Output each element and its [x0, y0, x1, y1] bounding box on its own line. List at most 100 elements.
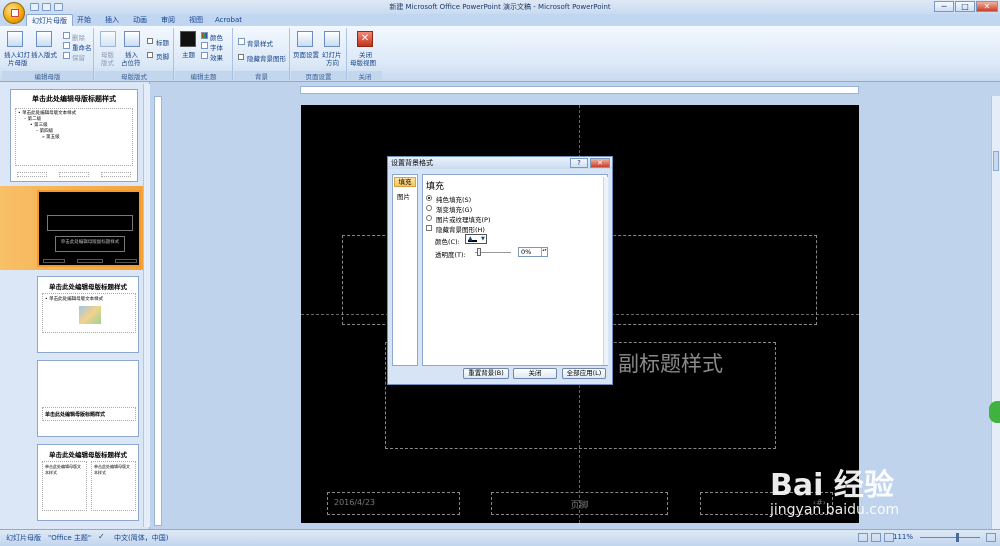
footer-checkbox-label: 页脚 [156, 53, 169, 61]
hide-background-checkbox[interactable] [238, 54, 244, 60]
footer-checkbox[interactable] [147, 52, 153, 58]
slide-sorter-icon[interactable] [871, 533, 881, 542]
background-styles-icon[interactable] [238, 38, 245, 45]
insert-master-label2[interactable]: 片母版 [8, 57, 28, 67]
color-picker-button[interactable]: ▲ ▼ [465, 234, 487, 244]
tab-home[interactable]: 开始 [72, 14, 96, 26]
nav-fill[interactable]: 填充 [394, 177, 416, 187]
dialog-close-button[interactable]: ✕ [590, 158, 610, 168]
preserve-label[interactable]: 保留 [72, 52, 85, 62]
thumbnail-master[interactable]: 单击此处编辑母版标题样式 • 单击此处编辑母版文本样式 – 第二级 • 第三级 … [10, 89, 138, 182]
tab-acrobat[interactable]: Acrobat [210, 14, 247, 26]
footer-placeholder[interactable]: 页脚 [491, 492, 668, 515]
colors-icon[interactable] [201, 32, 208, 39]
effects-icon[interactable] [201, 52, 208, 59]
reset-background-button[interactable]: 重置背景(B) [463, 368, 509, 379]
page-setup-icon[interactable] [297, 31, 313, 47]
close-master-label2[interactable]: 母版视图 [350, 57, 376, 67]
fonts-icon[interactable] [201, 42, 208, 49]
status-language[interactable]: 中文(简体，中国) [114, 533, 168, 543]
minimize-button[interactable]: ─ [934, 1, 954, 12]
undo-icon[interactable] [42, 3, 51, 11]
office-button[interactable] [3, 2, 25, 24]
save-icon[interactable] [30, 3, 39, 11]
vertical-scrollbar[interactable] [991, 96, 1000, 529]
insert-placeholder-label2[interactable]: 占位符 [121, 57, 141, 67]
maximize-button[interactable]: □ [955, 1, 975, 12]
dialog-help-button[interactable]: ? [570, 158, 588, 168]
insert-placeholder-icon[interactable] [124, 31, 140, 47]
close-window-button[interactable]: ✕ [976, 1, 998, 12]
zoom-slider[interactable] [920, 537, 980, 538]
thumb-title: 单击此处编辑母版标题样式 [32, 95, 116, 103]
thumb-pagenum [101, 172, 131, 177]
delete-label[interactable]: 删除 [72, 32, 85, 42]
master-layout-icon[interactable] [100, 31, 116, 47]
zoom-level[interactable]: 111% [893, 533, 913, 541]
nav-picture[interactable]: 图片 [397, 191, 410, 201]
tab-slide-master[interactable]: 幻灯片母版 [26, 14, 73, 26]
redo-icon[interactable] [54, 3, 63, 11]
dialog-close-text-button[interactable]: 关闭 [513, 368, 557, 379]
scroll-thumb[interactable] [993, 151, 999, 171]
color-label: 颜色(C): [435, 238, 460, 246]
radio-gradient-fill[interactable] [426, 205, 432, 211]
title-checkbox[interactable] [147, 38, 153, 44]
zoom-slider-thumb[interactable] [956, 533, 959, 542]
slide-orientation-label2[interactable]: 方向 [326, 57, 339, 67]
normal-view-icon[interactable] [858, 533, 868, 542]
radio-solid-fill[interactable] [426, 195, 432, 201]
page-setup-label[interactable]: 页面设置 [293, 49, 319, 59]
theme-label[interactable]: 主题 [182, 49, 195, 59]
thumb-pagenum [115, 259, 137, 263]
thumb-body: • 单击此处编辑母版文本样式 – 第二级 • 第三级 – 第四级 » 第五级 [15, 108, 133, 166]
spinner-icon[interactable]: ▴▾ [541, 248, 547, 256]
tab-insert[interactable]: 插入 [100, 14, 124, 26]
tab-review[interactable]: 审阅 [156, 14, 180, 26]
hide-background-label: 隐藏背景图形 [247, 55, 286, 63]
side-widget-icon[interactable] [989, 401, 1000, 423]
theme-icon[interactable] [180, 31, 196, 47]
transparency-slider-thumb[interactable] [477, 248, 481, 256]
thumbnail-layout-3[interactable]: 单击此处编辑母版标题样式 • 单击此处编辑母版文本样式 [37, 276, 139, 353]
dialog-scrollbar[interactable] [603, 177, 608, 365]
transparency-label: 透明度(T): [435, 251, 466, 259]
date-placeholder[interactable]: 2016/4/23 [327, 492, 460, 515]
hide-background-graphics-checkbox[interactable] [426, 225, 432, 231]
insert-layout-label[interactable]: 插入版式 [31, 49, 57, 59]
fill-heading: 填充 [426, 182, 445, 192]
thumb-date [17, 172, 47, 177]
spellcheck-icon[interactable]: ✓ [98, 532, 105, 541]
preserve-icon[interactable] [63, 52, 70, 59]
close-master-view-icon[interactable]: ✕ [357, 31, 373, 47]
picture-fill-label: 图片或纹理填充(P) [436, 216, 491, 224]
insert-layout-icon[interactable] [36, 31, 52, 47]
ribbon: 插入幻灯 片母版 插入版式 删除 重命名 保留 编辑母版 母版 版式 插入 占位… [0, 26, 1000, 82]
group-label-edit-master: 编辑母版 [2, 71, 93, 81]
insert-master-icon[interactable] [7, 31, 23, 47]
tab-view[interactable]: 视图 [184, 14, 208, 26]
thumb-content-icons [79, 306, 101, 324]
radio-picture-fill[interactable] [426, 215, 432, 221]
fit-window-icon[interactable] [986, 533, 996, 542]
thumbnail-layout-4[interactable]: 单击此处编辑母版标题样式 [37, 360, 139, 437]
slide-orientation-icon[interactable] [324, 31, 340, 47]
rename-label[interactable]: 重命名 [72, 42, 92, 52]
vertical-ruler [154, 96, 162, 526]
thumbnail-title-layout-selected[interactable]: 单击此处编辑母版副标题样式 [37, 190, 141, 267]
rename-icon[interactable] [63, 42, 70, 49]
delete-icon[interactable] [63, 32, 70, 39]
master-layout-label2[interactable]: 版式 [101, 57, 114, 67]
watermark-url: jingyan.baidu.com [770, 502, 900, 518]
thumbnail-layout-5[interactable]: 单击此处编辑母版标题样式 单击此处编辑母版文本样式 单击此处编辑母版文本样式 [37, 444, 139, 521]
colors-label[interactable]: 颜色 [210, 32, 223, 42]
background-styles-label[interactable]: 背景样式 [247, 38, 273, 48]
thumbnail-scrollbar[interactable] [143, 84, 150, 527]
footer-text: 页脚 [570, 501, 589, 511]
window-title: 新建 Microsoft Office PowerPoint 演示文稿 - Mi… [389, 3, 611, 11]
apply-to-all-button[interactable]: 全部应用(L) [562, 368, 606, 379]
fonts-label[interactable]: 字体 [210, 42, 223, 52]
effects-label[interactable]: 效果 [210, 52, 223, 62]
solid-fill-label: 纯色填充(S) [436, 196, 472, 204]
tab-animation[interactable]: 动画 [128, 14, 152, 26]
